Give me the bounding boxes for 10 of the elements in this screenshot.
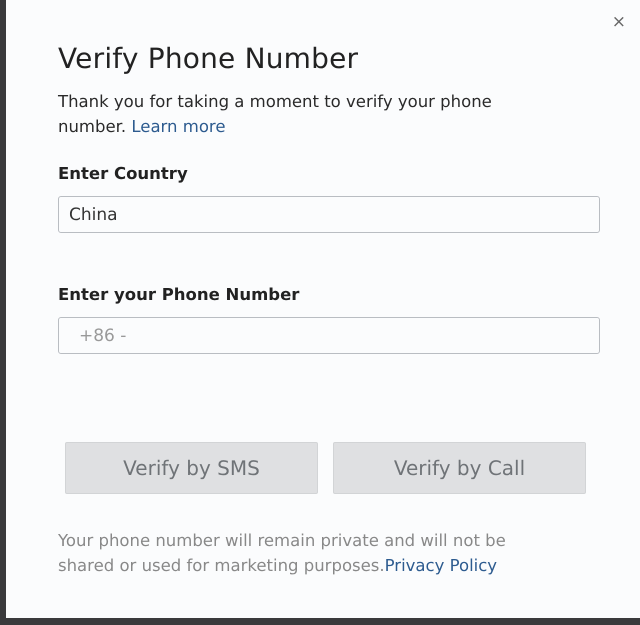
intro-text: Thank you for taking a moment to verify your phone number. Learn more <box>58 91 493 138</box>
privacy-note: Your phone number will remain private and will not be shared or used for marketing purposes.Privacy Policy <box>58 530 507 577</box>
phone-field[interactable]: +86 - <box>58 317 600 354</box>
dialog-title: Verify Phone Number <box>58 42 360 75</box>
close-button[interactable]: × <box>608 10 630 34</box>
learn-more-link[interactable]: Learn more <box>131 117 226 136</box>
field-label: Enter Country <box>58 164 189 183</box>
country-field[interactable]: China <box>58 196 600 233</box>
field-label: Enter your Phone Number <box>58 285 300 304</box>
privacy-policy-link[interactable]: Privacy Policy <box>384 556 498 575</box>
